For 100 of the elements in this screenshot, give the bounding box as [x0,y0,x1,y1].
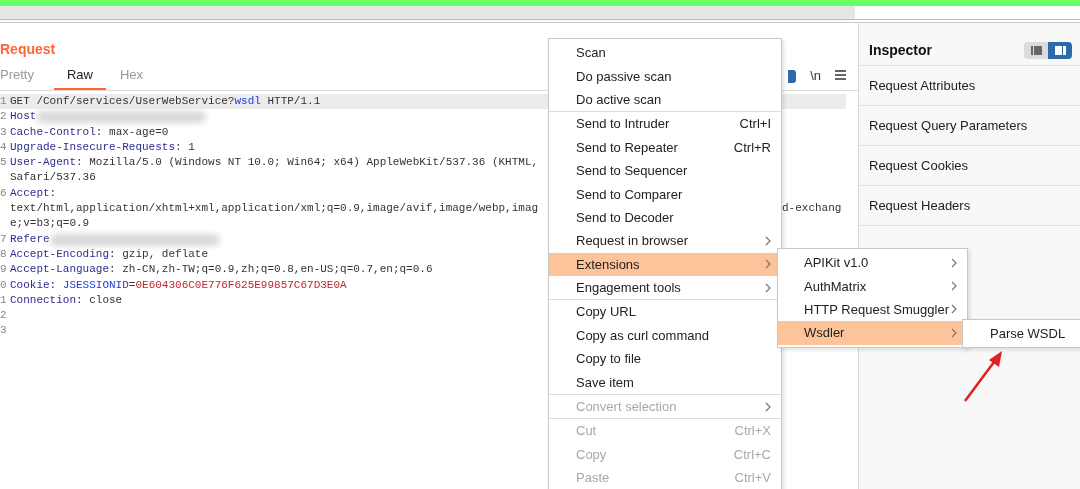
menu-item-label: APIKit v1.0 [804,255,870,271]
shortcut-label: Ctrl+C [733,446,771,462]
line-number: 8 [0,246,8,262]
chevron-icon [951,327,957,338]
code-text: : gzip, deflate [109,246,209,262]
menu-item[interactable]: Send to Repeater Ctrl+R [549,135,781,159]
menu-item-label: Do passive scan [576,68,673,84]
chevron-icon [951,304,957,315]
code-text: : Mozilla/5.0 (Windows NT 10.0; Win64; x64) AppleWebKit/537.36 (KHTML, [76,155,539,171]
code-text: Cookie [10,277,50,293]
code-text: : [49,185,57,201]
menu-item-label: Send to Intruder [576,116,671,132]
code-text: = [128,277,136,293]
chevron-icon [765,282,771,293]
line-number: 1 [0,94,8,109]
line-number: 9 [0,262,8,278]
code-text: JSESSIONID [62,277,129,293]
chevron-icon [765,259,771,270]
toolbar-toggle-icon[interactable] [788,70,797,83]
menu-item-label: Send to Sequencer [576,163,689,179]
menu-item[interactable]: Do active scan [549,87,781,112]
menu-item-label: Paste [576,470,611,486]
menu-item-label: Send to Comparer [576,186,684,202]
menu-item-label: Copy to file [576,351,643,367]
code-text: wsdl [234,94,261,109]
layout-toggle-button[interactable] [1048,41,1072,59]
shortcut-label: Ctrl+I [739,116,771,132]
menu-item-label: Copy [576,446,608,462]
code-text: : max-age=0 [95,124,169,140]
inspector-section[interactable]: Request Cookies [859,146,1080,186]
line-number: 5 [0,155,8,171]
menu-item[interactable]: Send to Decoder [549,205,781,230]
line-number: 3 [0,124,8,140]
menu-item[interactable]: Engagement tools [549,275,781,300]
menu-item-label: Do active scan [576,91,663,107]
code-text: GET /Conf/services/UserWebService? [10,94,235,109]
newline-toggle[interactable]: \n [810,68,821,90]
menu-item[interactable]: Send to Intruder Ctrl+I [549,112,781,136]
menu-item[interactable]: HTTP Request Smuggler [778,297,967,322]
inspector-section[interactable]: Request Headers [859,186,1080,226]
inspector-title: Inspector [869,42,932,58]
shortcut-label: Ctrl+V [734,470,771,486]
inspector-section[interactable]: Request Attributes [859,66,1080,106]
line-number: 2 [0,109,8,125]
chevron-icon [951,257,957,268]
inspector-section[interactable]: Request Query Parameters [859,106,1080,146]
menu-item-label: Send to Decoder [576,209,675,225]
chevron-icon [765,401,771,412]
code-text: User-Agent [10,155,76,171]
menu-item-label: HTTP Request Smuggler [804,301,950,317]
menu-item-label: Send to Repeater [576,139,679,155]
menu-item[interactable]: APIKit v1.0 [778,251,967,275]
tab[interactable]: Raw [53,67,106,90]
menu-item[interactable]: AuthMatrix [778,274,967,298]
menu-item-label: Engagement tools [576,280,682,296]
menu-item[interactable]: Copy to file [549,347,781,371]
code-text: Cache-Control [10,124,96,140]
line-number: 1 [0,292,8,308]
menu-item[interactable]: Scan [549,41,781,65]
menu-item-label: Scan [576,45,607,61]
code-text: : [49,277,58,293]
menu-item-label: Request in browser [576,233,689,249]
menu-item[interactable]: Parse WSDL [963,322,1080,346]
shortcut-label: Ctrl+X [734,423,771,439]
menu-item[interactable]: Do passive scan [549,64,781,88]
code-text: Accept-Language [10,262,110,278]
menu-item[interactable]: Save item [549,370,781,394]
line-number: 2 [0,308,8,324]
code-text: e;v=b3;q=0.9 [10,216,90,232]
menu-item[interactable]: Send to Comparer [549,182,781,206]
menu-item-label: Save item [576,374,635,390]
code-text: Connection [10,292,76,308]
code-text: HTTP/1.1 [266,94,321,109]
menu-item-label: Wsdler [804,325,846,341]
menu-item[interactable]: Send to Sequencer [549,158,781,183]
line-number: 6 [0,185,8,201]
menu-item[interactable]: Request in browser [549,229,781,253]
code-text: 0E604306C0E776F625E99857C67D3E0A [135,277,347,293]
code-text: Host [10,109,37,125]
code-text: Accept [10,185,50,201]
line-number: 3 [0,323,8,339]
chevron-icon [951,281,957,292]
line-number: 0 [0,277,8,293]
code-text: d-exchang [782,201,842,217]
menu-item-label: Copy URL [576,304,637,320]
scrollbar[interactable] [0,6,855,19]
menu-item-label: Convert selection [576,399,678,415]
code-text: Safari/537.36 [10,170,96,186]
code-text: : close [76,292,123,308]
menu-item-label: Cut [576,423,598,439]
menu-item[interactable]: Copy URL [549,300,781,324]
code-text: Refere [10,231,50,247]
menu-item-label: Parse WSDL [990,326,1067,342]
shortcut-label: Ctrl+R [733,139,771,155]
code-text: : 1 [175,139,195,155]
menu-item[interactable]: Copy as curl command [549,323,781,348]
menu-item-label: AuthMatrix [804,278,868,294]
line-number: 4 [0,139,8,155]
line-number: 7 [0,231,8,247]
code-text: : zh-CN,zh-TW;q=0.9,zh;q=0.8,en-US;q=0.7,en;q=0.6 [109,262,433,278]
